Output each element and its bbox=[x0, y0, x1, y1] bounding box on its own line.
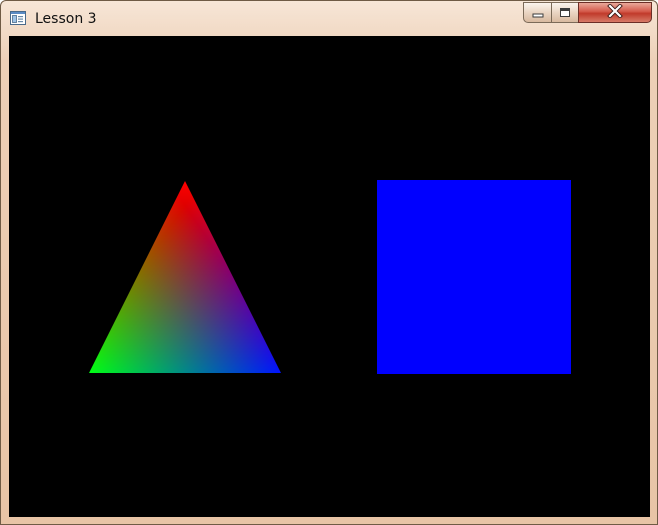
title-bar[interactable]: Lesson 3 bbox=[1, 1, 657, 35]
minimize-icon bbox=[532, 3, 544, 22]
blue-square bbox=[377, 180, 571, 374]
render-canvas[interactable] bbox=[9, 36, 650, 517]
caption-buttons bbox=[523, 2, 652, 23]
scene-svg bbox=[89, 180, 571, 374]
window-title: Lesson 3 bbox=[35, 11, 97, 27]
close-icon bbox=[607, 3, 623, 22]
color-triangle bbox=[89, 181, 281, 373]
window-app-icon[interactable] bbox=[10, 10, 26, 26]
maximize-icon bbox=[559, 3, 571, 22]
minimize-button[interactable] bbox=[523, 2, 551, 23]
maximize-button[interactable] bbox=[551, 2, 578, 23]
close-button[interactable] bbox=[578, 2, 652, 23]
app-window: Lesson 3 bbox=[0, 0, 658, 525]
